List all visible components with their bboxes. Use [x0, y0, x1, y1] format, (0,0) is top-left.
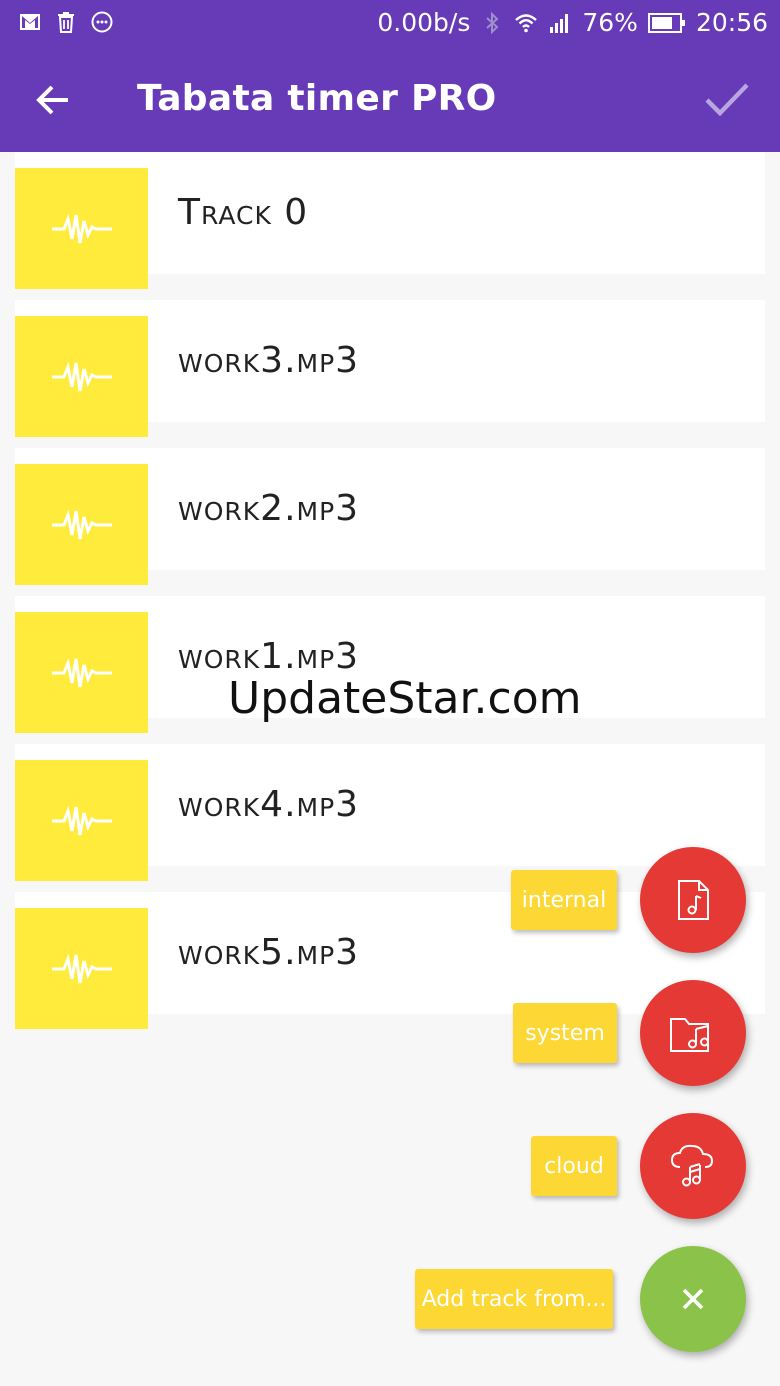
signal-icon: [550, 13, 569, 33]
track-name: work5.mp3: [178, 932, 360, 973]
battery-icon: [647, 12, 685, 33]
gmail-icon: [20, 14, 40, 30]
close-fab-button[interactable]: [640, 1246, 746, 1352]
track-row[interactable]: Track 0: [15, 152, 765, 289]
back-button[interactable]: [30, 76, 78, 124]
add-track-label[interactable]: Add track from...: [415, 1269, 613, 1329]
waveform-icon: [51, 805, 112, 835]
waveform-icon: [51, 657, 112, 687]
track-row[interactable]: work1.mp3: [15, 596, 765, 733]
waveform-icon: [51, 213, 112, 243]
more-icon: [91, 11, 113, 33]
track-row[interactable]: work2.mp3: [15, 448, 765, 585]
track-name: Track 0: [178, 192, 309, 233]
track-name: work1.mp3: [178, 636, 360, 677]
confirm-button[interactable]: [702, 76, 752, 124]
track-thumbnail: [15, 908, 148, 1029]
app-bar: Tabata timer PRO: [0, 48, 780, 152]
waveform-icon: [51, 509, 112, 539]
waveform-icon: [51, 953, 112, 983]
arrow-back-icon: [36, 85, 68, 115]
page-title: Tabata timer PRO: [137, 78, 497, 119]
internal-label[interactable]: internal: [511, 870, 617, 930]
trash-icon: [58, 12, 74, 33]
track-name: work3.mp3: [178, 340, 360, 381]
check-icon: [705, 83, 749, 117]
track-name: work2.mp3: [178, 488, 360, 529]
cloud-label[interactable]: cloud: [531, 1136, 617, 1196]
status-bar: 0.00b/s 76% 20:56: [0, 0, 780, 48]
audio-file-icon: [678, 880, 709, 920]
track-thumbnail: [15, 464, 148, 585]
track-thumbnail: [15, 760, 148, 881]
music-folder-icon: [670, 1018, 709, 1052]
status-bar-left: [18, 10, 114, 34]
internal-source-button[interactable]: [640, 847, 746, 953]
track-thumbnail: [15, 168, 148, 289]
track-row[interactable]: work4.mp3: [15, 744, 765, 881]
track-name: work4.mp3: [178, 784, 360, 825]
track-thumbnail: [15, 316, 148, 437]
close-icon: [682, 1288, 704, 1310]
track-row[interactable]: work3.mp3: [15, 300, 765, 437]
network-speed: 0.00b/s: [377, 8, 471, 37]
battery-percent: 76%: [582, 8, 638, 37]
waveform-icon: [51, 361, 112, 391]
cloud-music-icon: [670, 1144, 714, 1187]
bluetooth-icon: [486, 11, 499, 34]
system-label[interactable]: system: [513, 1003, 617, 1063]
status-bar-right: 0.00b/s 76% 20:56: [377, 8, 768, 37]
system-source-button[interactable]: [640, 980, 746, 1086]
clock: 20:56: [695, 8, 768, 37]
wifi-icon: [515, 13, 538, 32]
track-thumbnail: [15, 612, 148, 733]
cloud-source-button[interactable]: [640, 1113, 746, 1219]
